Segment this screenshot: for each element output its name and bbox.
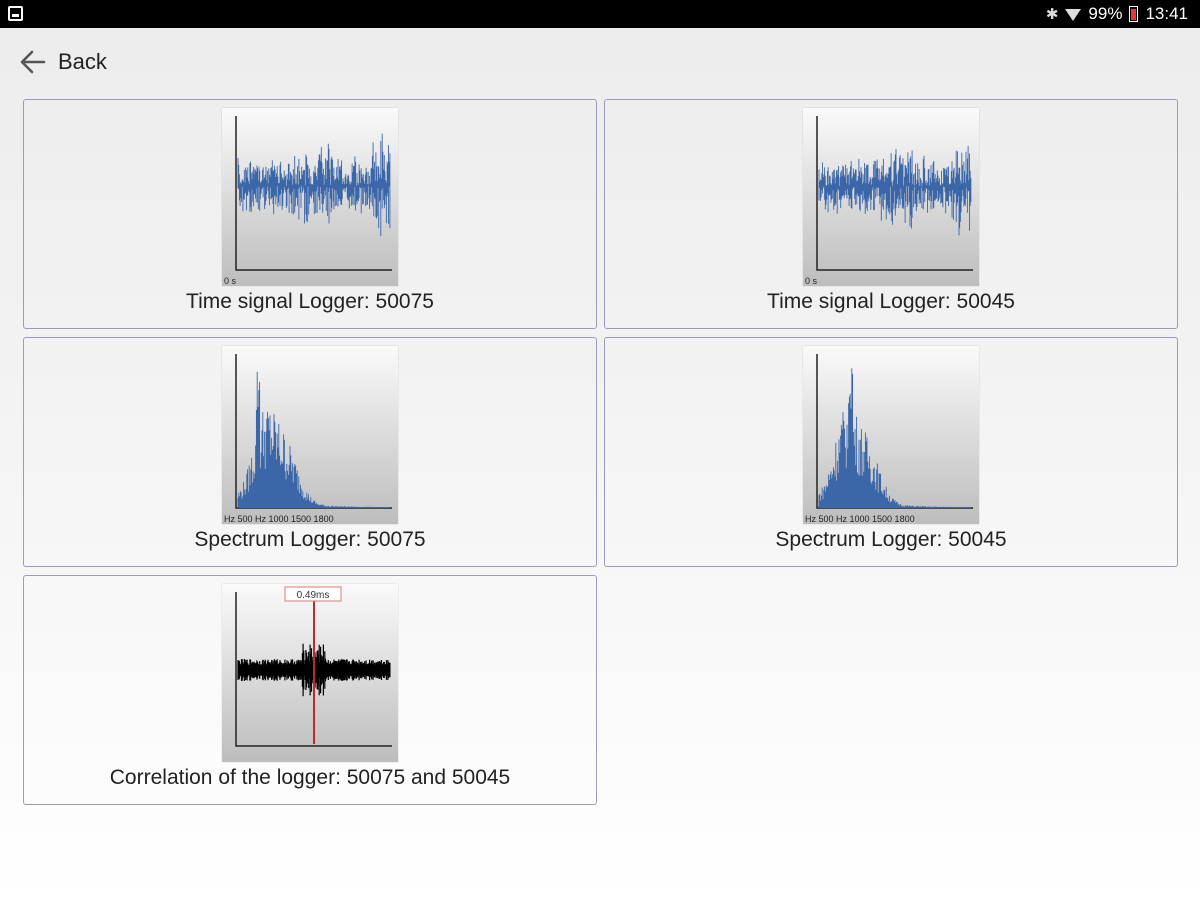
spectrum-tile-50045[interactable]: Hz 500 Hz 1000 1500 1800 Spectrum Logger… bbox=[604, 337, 1178, 567]
spectrum-trace bbox=[818, 368, 971, 508]
tile-caption: Spectrum Logger: 50075 bbox=[194, 528, 426, 551]
peak-label: 0.49ms bbox=[297, 590, 330, 601]
battery-percent: 99% bbox=[1088, 4, 1123, 23]
time-signal-tile-50075[interactable]: 0 s Time signal Logger: 50075 bbox=[23, 99, 597, 329]
spectrum-tile-50075[interactable]: Hz 500 Hz 1000 1500 1800 Spectrum Logger… bbox=[23, 337, 597, 567]
spectrum-thumbnail: Hz 500 Hz 1000 1500 1800 bbox=[803, 346, 979, 524]
time-signal-tile-50045[interactable]: 0 s Time signal Logger: 50045 bbox=[604, 99, 1178, 329]
tile-caption: Time signal Logger: 50045 bbox=[767, 290, 1015, 313]
time-signal-thumbnail: 0 s bbox=[803, 108, 979, 286]
notification-icon bbox=[8, 6, 23, 21]
axis-label: Hz 500 Hz 1000 1500 1800 bbox=[224, 514, 334, 524]
correlation-thumbnail: 0.49ms bbox=[222, 584, 398, 762]
tile-caption: Time signal Logger: 50075 bbox=[186, 290, 434, 313]
status-bar: ✱ 99% 13:41 bbox=[0, 0, 1200, 28]
back-button[interactable]: Back bbox=[18, 44, 107, 80]
time-signal-thumbnail: 0 s bbox=[222, 108, 398, 286]
correlation-tile[interactable]: 0.49ms Correlation of the logger: 50075 … bbox=[23, 575, 597, 805]
axis-label: 0 s bbox=[805, 276, 818, 286]
wifi-icon bbox=[1065, 9, 1082, 21]
spectrum-thumbnail: Hz 500 Hz 1000 1500 1800 bbox=[222, 346, 398, 524]
waveform-trace bbox=[237, 133, 391, 237]
axis-label: Hz 500 Hz 1000 1500 1800 bbox=[805, 514, 915, 524]
battery-icon bbox=[1129, 6, 1139, 22]
arrow-left-icon bbox=[20, 50, 46, 74]
waveform-trace bbox=[818, 145, 972, 236]
tile-caption: Correlation of the logger: 50075 and 500… bbox=[109, 766, 511, 789]
clock: 13:41 bbox=[1145, 4, 1188, 23]
spectrum-trace bbox=[237, 371, 390, 508]
tile-caption: Spectrum Logger: 50045 bbox=[775, 528, 1007, 551]
back-label: Back bbox=[58, 49, 107, 74]
bluetooth-icon: ✱ bbox=[1045, 6, 1059, 23]
axis-label: 0 s bbox=[224, 276, 237, 286]
